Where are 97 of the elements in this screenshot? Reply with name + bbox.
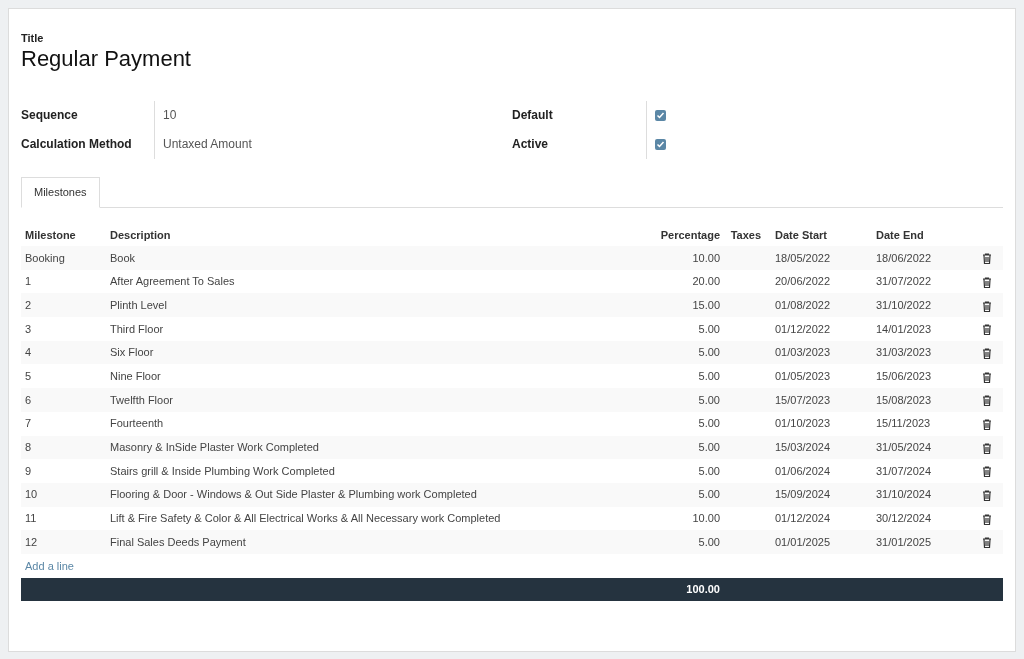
table-cell: 2: [21, 293, 106, 318]
table-cell: 8: [21, 435, 106, 460]
table-cell: 15/09/2024: [771, 482, 872, 507]
table-cell: 31/07/2024: [872, 459, 971, 483]
trash-icon[interactable]: [982, 300, 992, 312]
trash-icon[interactable]: [982, 419, 992, 430]
table-cell: 01/08/2022: [771, 293, 872, 318]
table-cell: After Agreement To Sales: [106, 269, 646, 294]
add-line-link[interactable]: Add a line: [25, 559, 74, 572]
table-cell: 31/03/2023: [872, 340, 971, 365]
table-cell: 6: [21, 388, 106, 412]
field-label: Calculation Method: [21, 136, 133, 153]
table-cell: 9: [21, 459, 106, 483]
column-header[interactable]: Description: [106, 224, 646, 246]
table-cell: 5.00: [646, 530, 724, 554]
checkbox[interactable]: [655, 139, 666, 150]
table-cell: 5.00: [646, 482, 724, 507]
field-label: Title: [21, 31, 45, 45]
table-cell: 15/11/2023: [872, 411, 971, 436]
tab[interactable]: Milestones: [21, 177, 100, 208]
table-cell: 5.00: [646, 435, 724, 460]
table-cell: Booking: [21, 246, 106, 270]
table-cell: 31/10/2024: [872, 482, 971, 507]
field-label: Default: [512, 107, 554, 124]
table-cell: 14/01/2023: [872, 317, 971, 341]
table-cell: Lift & Fire Safety & Color & All Electrical Works & All Necessary work Completed: [106, 506, 646, 531]
table-cell: 31/10/2022: [872, 293, 971, 318]
trash-icon[interactable]: [982, 276, 992, 288]
table-cell: Final Sales Deeds Payment: [106, 530, 646, 554]
table-cell: 4: [21, 340, 106, 365]
table-cell: 15/06/2023: [872, 364, 971, 389]
trash-icon[interactable]: [982, 537, 992, 549]
field-label: Active: [512, 136, 550, 153]
trash-icon[interactable]: [982, 513, 992, 525]
column-header[interactable]: Milestone: [21, 224, 106, 246]
table-cell: 15.00: [646, 293, 724, 318]
table-cell: 31/07/2022: [872, 269, 971, 294]
table-cell: Third Floor: [106, 317, 646, 341]
table-cell: Stairs grill & Inside Plumbing Work Completed: [106, 459, 646, 483]
table-cell: 11: [21, 506, 106, 531]
table-cell: 31/05/2024: [872, 435, 971, 460]
table-cell: 15/08/2023: [872, 388, 971, 412]
trash-icon[interactable]: [982, 442, 992, 454]
table-cell: Flooring & Door - Windows & Out Side Plaster & Plumbing work Completed: [106, 482, 646, 507]
table-cell: 01/03/2023: [771, 340, 872, 365]
field-value[interactable]: 10: [163, 101, 252, 130]
table-cell: Masonry & InSide Plaster Work Completed: [106, 435, 646, 460]
table-cell: 01/10/2023: [771, 411, 872, 436]
table-cell: 12: [21, 530, 106, 554]
table-cell: 5.00: [646, 411, 724, 436]
table-cell: 15/07/2023: [771, 388, 872, 412]
table-cell: Fourteenth: [106, 411, 646, 436]
column-header[interactable]: Date End: [872, 224, 971, 246]
field-label: Sequence: [21, 107, 79, 124]
table-cell: 01/06/2024: [771, 459, 872, 483]
table-cell: Six Floor: [106, 340, 646, 365]
table-cell: 5.00: [646, 364, 724, 389]
trash-icon[interactable]: [982, 466, 992, 478]
table-cell: 18/06/2022: [872, 246, 971, 270]
table-cell: 1: [21, 269, 106, 294]
table-cell: 5.00: [646, 340, 724, 365]
table-cell: 5.00: [646, 388, 724, 412]
table-cell: 7: [21, 411, 106, 436]
table-cell: 01/12/2022: [771, 317, 872, 341]
table-cell: 31/01/2025: [872, 530, 971, 554]
table-cell: 10.00: [646, 246, 724, 270]
table-cell: 15/03/2024: [771, 435, 872, 460]
table-cell: 01/12/2024: [771, 506, 872, 531]
table-cell: 20.00: [646, 269, 724, 294]
table-cell: 5.00: [646, 459, 724, 483]
table-cell: 30/12/2024: [872, 506, 971, 531]
trash-icon[interactable]: [982, 371, 992, 383]
table-cell: 5.00: [646, 317, 724, 341]
checkbox[interactable]: [655, 110, 666, 121]
field-value[interactable]: Untaxed Amount: [163, 130, 252, 159]
table-cell: Twelfth Floor: [106, 388, 646, 412]
table-cell: 3: [21, 317, 106, 341]
table-cell: 10: [21, 482, 106, 507]
table-cell: 5: [21, 364, 106, 389]
table-cell: 01/05/2023: [771, 364, 872, 389]
table-cell: Nine Floor: [106, 364, 646, 389]
table-cell: 18/05/2022: [771, 246, 872, 270]
record-title: Regular Payment: [21, 45, 192, 73]
column-header[interactable]: Date Start: [771, 224, 872, 246]
column-header[interactable]: Percentage: [646, 224, 724, 246]
table-cell: Plinth Level: [106, 293, 646, 318]
trash-icon[interactable]: [982, 347, 992, 359]
trash-icon[interactable]: [982, 490, 992, 502]
trash-icon[interactable]: [982, 253, 992, 265]
column-header[interactable]: Taxes: [724, 224, 771, 246]
table-cell: Book: [106, 246, 646, 270]
table-cell: 10.00: [646, 506, 724, 531]
trash-icon[interactable]: [982, 395, 992, 407]
table-cell: 01/01/2025: [771, 530, 872, 554]
table-cell: 20/06/2022: [771, 269, 872, 294]
total-value: 100.00: [686, 582, 721, 598]
trash-icon[interactable]: [982, 324, 992, 336]
